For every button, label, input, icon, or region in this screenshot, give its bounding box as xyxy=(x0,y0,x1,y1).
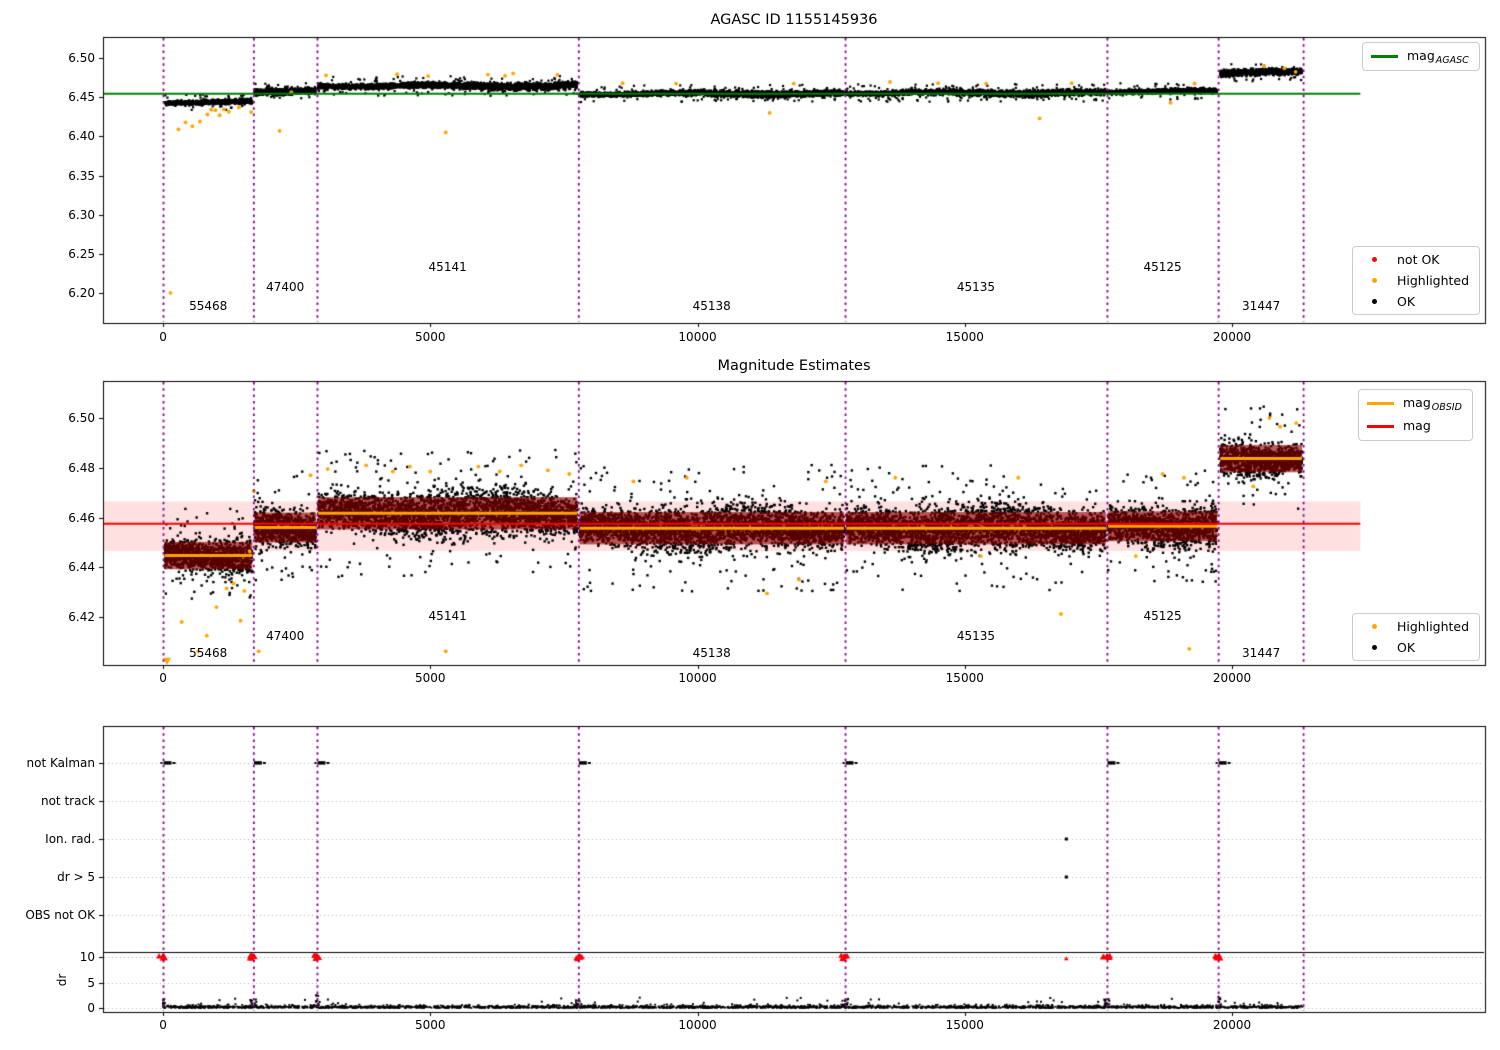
middle-obsid-label: 45141 xyxy=(428,608,467,623)
flag-category-label: dr > 5 xyxy=(57,870,95,884)
dr-tick-label: 10 xyxy=(79,950,95,964)
ok-dot-swatch xyxy=(1372,645,1377,650)
legend-mag-agasc: magAGASC xyxy=(1362,42,1480,71)
plots-canvas xyxy=(0,0,1500,1050)
legend-mag-lines: magOBSID mag xyxy=(1358,389,1473,441)
highlighted-dot-swatch xyxy=(1372,624,1377,629)
swatch-cell xyxy=(1361,257,1388,262)
legend-item-highlighted: Highlighted xyxy=(1361,273,1469,288)
top-y-tick-label: 6.25 xyxy=(68,246,95,261)
legend-label-ok: OK xyxy=(1397,640,1416,655)
middle-y-tick-label: 6.42 xyxy=(68,610,95,624)
top-obsid-label: 47400 xyxy=(266,280,305,294)
top-obsid-label: 45125 xyxy=(1143,260,1182,275)
dr-tick-label: 5 xyxy=(87,975,95,990)
mag-agasc-line-swatch xyxy=(1371,55,1398,58)
top-obsid-label: 45141 xyxy=(428,260,467,275)
bottom-x-tick-label: 5000 xyxy=(414,1018,446,1032)
middle-y-tick-label: 6.46 xyxy=(68,510,95,525)
top-obsid-label: 45135 xyxy=(956,280,996,294)
middle-x-tick-label: 5000 xyxy=(414,671,446,685)
swatch-cell xyxy=(1367,425,1394,428)
top-y-tick-label: 6.35 xyxy=(68,168,95,183)
swatch-cell xyxy=(1361,645,1388,650)
top-x-tick-label: 15000 xyxy=(945,330,984,344)
middle-x-tick-label: 0 xyxy=(159,671,167,685)
ok-dot-swatch xyxy=(1372,299,1377,304)
middle-y-tick-label: 6.48 xyxy=(68,460,95,475)
flag-category-label: not Kalman xyxy=(26,756,95,770)
mag-obsid-line-swatch xyxy=(1367,402,1394,405)
middle-plot-title: Magnitude Estimates xyxy=(717,358,871,374)
bottom-x-tick-label: 10000 xyxy=(678,1018,717,1032)
legend-item-mag: mag xyxy=(1367,418,1462,435)
legend-item-mag-obsid: magOBSID xyxy=(1367,395,1462,413)
legend-label-mag: mag xyxy=(1403,418,1431,433)
top-x-tick-label: 0 xyxy=(159,330,167,344)
top-x-tick-label: 20000 xyxy=(1212,330,1252,344)
middle-obsid-label: 45138 xyxy=(692,646,731,661)
legend-item-not-ok: not OK xyxy=(1361,252,1469,267)
middle-obsid-label: 45125 xyxy=(1143,608,1182,623)
swatch-cell xyxy=(1361,278,1388,283)
mag-line-swatch xyxy=(1367,425,1394,428)
legend-label-mag-obsid: magOBSID xyxy=(1403,395,1462,413)
legend-item-mag-agasc: magAGASC xyxy=(1371,48,1469,66)
middle-obsid-label: 45135 xyxy=(956,628,996,643)
legend-label-ok: OK xyxy=(1397,294,1416,309)
middle-obsid-label: 47400 xyxy=(266,628,305,643)
dr-axis-label: dr xyxy=(55,973,69,987)
legend-top-markers: not OK Highlighted OK xyxy=(1352,246,1481,315)
not-ok-dot-swatch xyxy=(1372,257,1377,262)
figure: AGASC ID 1155145936 Magnitude Estimates … xyxy=(0,0,1500,1050)
legend-item-highlighted: Highlighted xyxy=(1361,619,1469,634)
legend-label-not-ok: not OK xyxy=(1397,252,1440,267)
top-x-tick-label: 10000 xyxy=(678,330,717,344)
top-obsid-label: 45138 xyxy=(692,298,731,313)
swatch-cell xyxy=(1371,55,1398,58)
middle-x-tick-label: 20000 xyxy=(1212,671,1252,685)
bottom-x-tick-label: 0 xyxy=(159,1018,167,1032)
legend-label-highlighted: Highlighted xyxy=(1397,619,1470,634)
legend-middle-markers: Highlighted OK xyxy=(1352,613,1481,661)
top-y-tick-label: 6.30 xyxy=(68,207,95,222)
top-x-tick-label: 5000 xyxy=(414,330,446,344)
top-obsid-label: 31447 xyxy=(1242,298,1281,313)
legend-item-ok: OK xyxy=(1361,640,1469,655)
bottom-x-tick-label: 15000 xyxy=(945,1018,984,1032)
top-y-tick-label: 6.45 xyxy=(68,90,95,105)
swatch-cell xyxy=(1367,402,1394,405)
top-plot-title: AGASC ID 1155145936 xyxy=(710,12,878,28)
legend-label-highlighted: Highlighted xyxy=(1397,273,1470,288)
middle-x-tick-label: 15000 xyxy=(945,671,984,685)
flag-category-label: OBS not OK xyxy=(25,908,95,922)
legend-label-mag-agasc: magAGASC xyxy=(1407,48,1469,66)
middle-x-tick-label: 10000 xyxy=(678,671,717,685)
middle-y-tick-label: 6.50 xyxy=(68,411,95,426)
top-y-tick-label: 6.20 xyxy=(68,285,95,300)
dr-tick-label: 0 xyxy=(87,1001,95,1015)
swatch-cell xyxy=(1361,624,1388,629)
top-obsid-label: 55468 xyxy=(189,298,228,313)
top-y-tick-label: 6.50 xyxy=(68,51,95,66)
middle-obsid-label: 31447 xyxy=(1242,646,1281,661)
middle-obsid-label: 55468 xyxy=(189,646,228,661)
highlighted-dot-swatch xyxy=(1372,278,1377,283)
top-y-tick-label: 6.40 xyxy=(68,129,95,144)
flag-category-label: not track xyxy=(40,794,95,808)
flag-category-label: Ion. rad. xyxy=(45,832,95,846)
swatch-cell xyxy=(1361,299,1388,304)
middle-y-tick-label: 6.44 xyxy=(68,560,95,575)
bottom-x-tick-label: 20000 xyxy=(1212,1018,1252,1032)
legend-item-ok: OK xyxy=(1361,294,1469,309)
